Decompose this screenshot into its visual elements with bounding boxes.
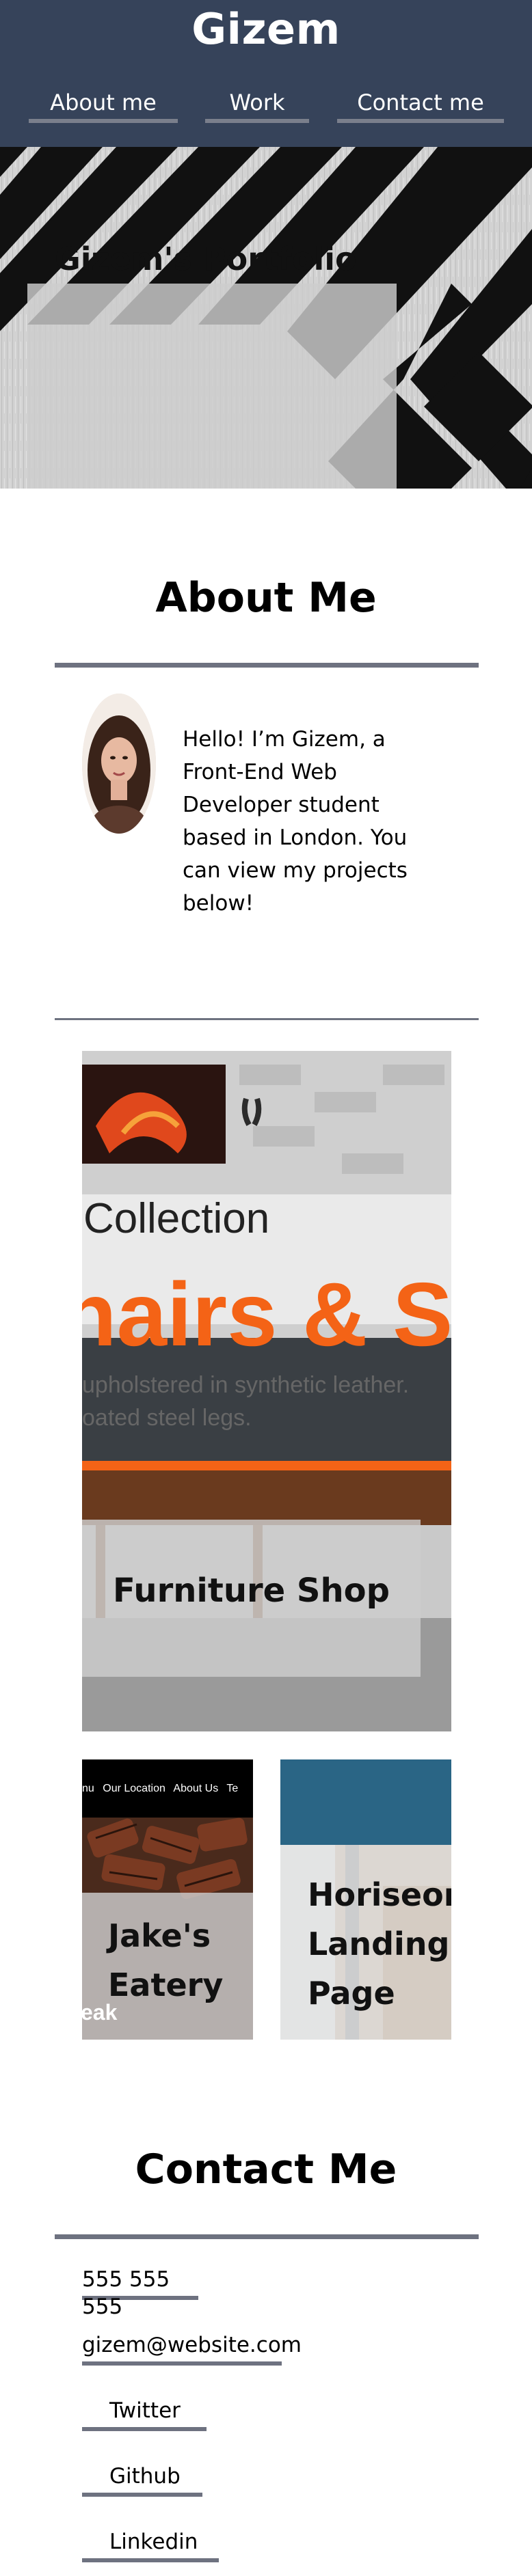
site-title: Gizem [191, 4, 341, 54]
contact-phone-link[interactable]: 555 555 555 [82, 2266, 198, 2319]
horiseon-screenshot-banner [280, 1759, 451, 1845]
furniture-screenshot-title: Collection [83, 1195, 270, 1242]
projects-divider [55, 1018, 479, 1020]
contact-email-link[interactable]: gizem@website.com [82, 2331, 302, 2366]
nav-link-work[interactable]: Work [205, 87, 309, 123]
project-card-horiseon[interactable]: Horiseon Landing Page [280, 1759, 451, 2040]
contact-title: Contact Me [135, 2146, 397, 2193]
contact-divider [55, 2234, 479, 2239]
hero-caption: Gizem's Portfolio [55, 241, 357, 277]
contact-twitter-link[interactable]: Twitter [82, 2397, 207, 2431]
jake-caption: Jake's Eatery [108, 1917, 224, 2003]
jake-nav-item: Our Location [103, 1783, 165, 1794]
jake-nav-item: About Us [173, 1783, 219, 1794]
hero-caption-box [27, 284, 397, 489]
jake-screenshot-nav: nu Our Location About Us Te [82, 1759, 253, 1818]
avatar-photo [82, 694, 156, 834]
furniture-caption: Furniture Shop [113, 1572, 390, 1610]
jake-screenshot-fragment: eak [82, 2000, 118, 2025]
furniture-screenshot-headline: hairs & Sto [82, 1264, 451, 1365]
nav-link-contact[interactable]: Contact me [337, 87, 504, 123]
contact-github-link[interactable]: Github [82, 2463, 202, 2497]
about-title: About Me [155, 574, 377, 622]
furniture-screenshot-desc-2: oated steel legs. [82, 1405, 252, 1431]
nav-link-about[interactable]: About me [29, 87, 178, 123]
jake-nav-item: Te [226, 1783, 239, 1794]
avatar [82, 694, 156, 834]
hero-banner [0, 147, 532, 489]
jake-nav-item: nu [82, 1783, 94, 1794]
about-divider [55, 663, 479, 668]
horiseon-caption: Horiseon Landing Page [308, 1876, 451, 2012]
project-card-furniture-shop[interactable]: Collection hairs & Sto upholstered in sy… [82, 1051, 451, 1731]
furniture-screenshot-desc-1: upholstered in synthetic leather. [82, 1372, 410, 1398]
about-bio: Hello! I’m Gizem, a Front-End Web Develo… [183, 727, 408, 916]
contact-linkedin-link[interactable]: Linkedin [82, 2528, 219, 2562]
site-header: Gizem About me Work Contact me [0, 0, 532, 147]
project-card-jakes-eatery[interactable]: nu Our Location About Us Te Jake's Eater… [82, 1759, 253, 2040]
